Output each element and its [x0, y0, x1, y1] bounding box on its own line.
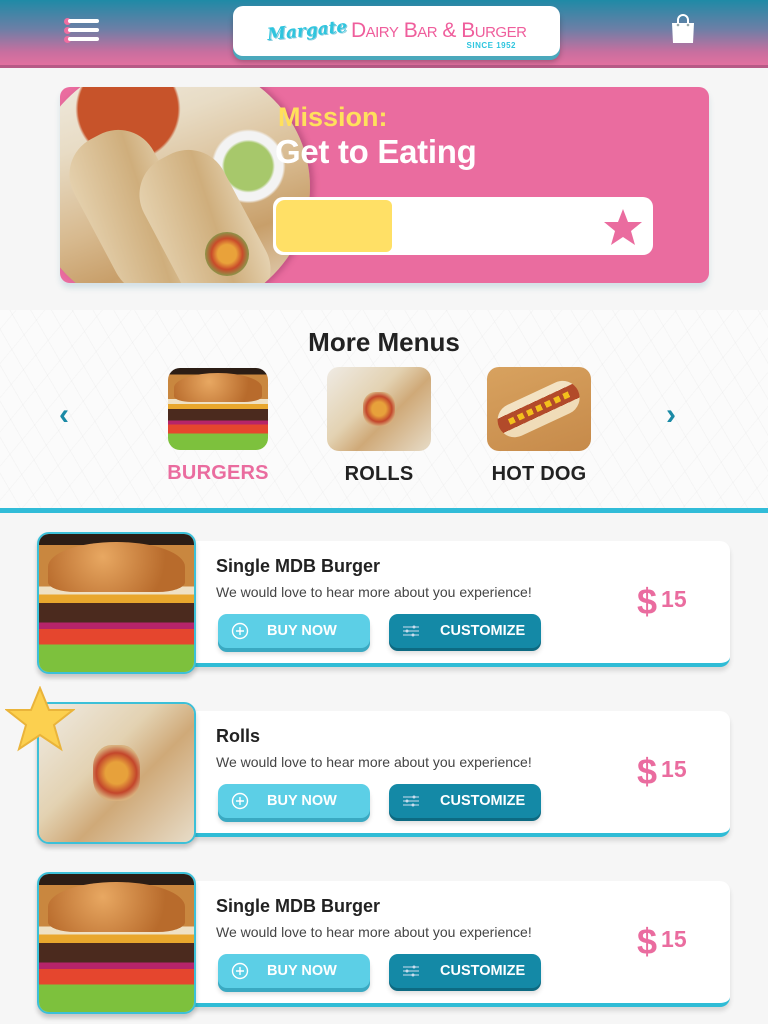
chevron-right-icon[interactable]: › [666, 398, 676, 432]
category-image-burgers [168, 368, 268, 450]
buy-now-label: BUY NOW [267, 963, 337, 979]
customize-button[interactable]: CUSTOMIZE [389, 954, 541, 988]
price-amount: 15 [661, 926, 687, 952]
item-description: We would love to hear more about you exp… [216, 754, 532, 770]
mission-title: Get to Eating [275, 133, 477, 170]
star-icon [604, 209, 642, 245]
category-label: HOT DOG [491, 463, 587, 485]
menu-line [68, 19, 99, 23]
item-name: Rolls [216, 726, 261, 746]
section-divider [0, 508, 768, 513]
sliders-icon [403, 965, 419, 977]
price-currency: $ [637, 921, 658, 962]
buy-now-button[interactable]: BUY NOW [218, 614, 370, 648]
category-image-hotdog [487, 367, 591, 451]
item-description: We would love to hear more about you exp… [216, 584, 532, 600]
hamburger-menu-icon[interactable] [64, 18, 100, 44]
price-amount: 15 [661, 756, 687, 782]
favorite-star-icon[interactable] [5, 686, 75, 752]
mission-progress-fill [276, 200, 392, 252]
item-image-burger[interactable] [37, 532, 196, 674]
customize-label: CUSTOMIZE [440, 963, 526, 979]
mission-banner[interactable]: Mission: Get to Eating [60, 87, 709, 283]
category-label: BURGERS [167, 462, 269, 484]
customize-button[interactable]: CUSTOMIZE [389, 614, 541, 648]
customize-label: CUSTOMIZE [440, 793, 526, 809]
buy-now-label: BUY NOW [267, 623, 337, 639]
category-rolls[interactable]: ROLLS [324, 367, 434, 486]
item-price: $ 15 [637, 924, 687, 960]
item-name: Single MDB Burger [216, 556, 381, 576]
buy-now-label: BUY NOW [267, 793, 337, 809]
category-label: ROLLS [344, 463, 414, 485]
buy-now-button[interactable]: BUY NOW [218, 784, 370, 818]
mission-progress-bar [273, 197, 653, 255]
category-hotdog[interactable]: HOT DOG [484, 367, 594, 486]
more-menus-section: More Menus ‹ › BURGERS ROLLS HOT DOG [0, 310, 768, 510]
logo-script-text: Margate [265, 16, 348, 46]
mission-label: Mission: [278, 102, 388, 132]
plus-circle-icon [231, 792, 249, 810]
logo-since-text: SINCE 1952 [466, 41, 516, 50]
menu-item-card: Rolls We would love to hear more about y… [5, 686, 730, 844]
chevron-left-icon[interactable]: ‹ [59, 398, 69, 432]
more-menus-title: More Menus [308, 327, 460, 357]
customize-label: CUSTOMIZE [440, 623, 526, 639]
menu-item-card: Single MDB Burger We would love to hear … [37, 872, 730, 1014]
category-image-rolls [327, 367, 431, 451]
logo-main-text: Dairy Bar & Burger [350, 19, 527, 42]
item-description: We would love to hear more about you exp… [216, 924, 532, 940]
customize-button[interactable]: CUSTOMIZE [389, 784, 541, 818]
menu-line [68, 28, 99, 32]
plus-circle-icon [231, 962, 249, 980]
sliders-icon [403, 625, 419, 637]
item-price: $ 15 [637, 754, 687, 790]
menu-item-card: Single MDB Burger We would love to hear … [37, 532, 730, 674]
app-header: Margate Dairy Bar & Burger SINCE 1952 [0, 0, 768, 68]
item-name: Single MDB Burger [216, 896, 381, 916]
menu-line [68, 37, 99, 41]
wrap-filling [205, 232, 249, 276]
shopping-bag-icon[interactable] [671, 14, 695, 44]
brand-logo[interactable]: Margate Dairy Bar & Burger SINCE 1952 [233, 6, 560, 56]
price-amount: 15 [661, 586, 687, 612]
item-image-burger[interactable] [37, 872, 196, 1014]
mission-food-image [60, 87, 310, 283]
category-burgers[interactable]: BURGERS [163, 368, 273, 485]
item-price: $ 15 [637, 584, 687, 620]
plus-circle-icon [231, 622, 249, 640]
sliders-icon [403, 795, 419, 807]
price-currency: $ [637, 581, 658, 622]
buy-now-button[interactable]: BUY NOW [218, 954, 370, 988]
price-currency: $ [637, 751, 658, 792]
